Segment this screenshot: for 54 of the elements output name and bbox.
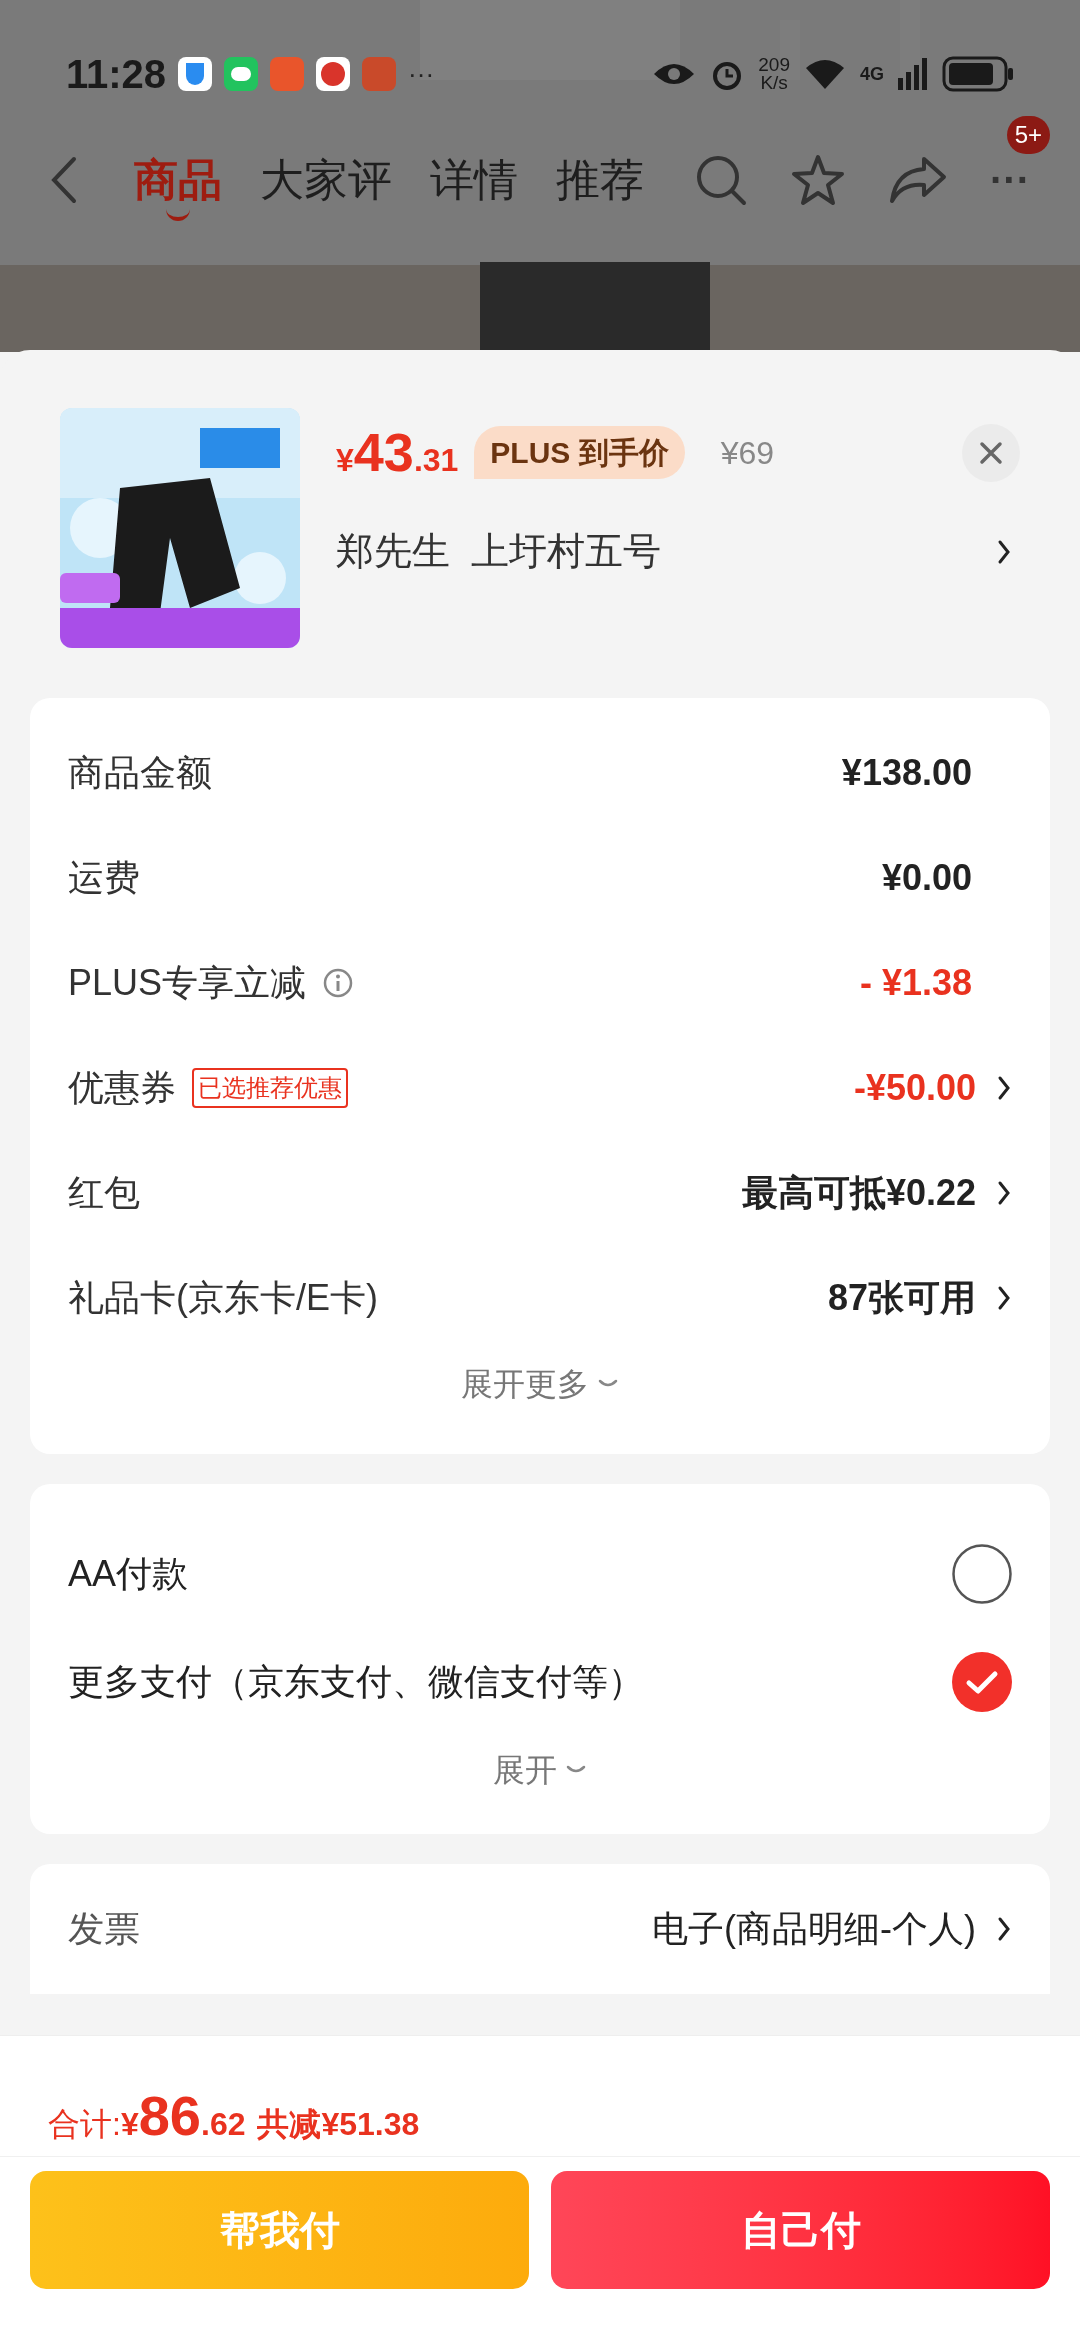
summary-value: 87张可用 (827, 1275, 976, 1320)
nav-tab[interactable]: 大家评 (260, 139, 392, 221)
share-icon[interactable] (888, 155, 949, 205)
back-icon[interactable] (50, 155, 78, 205)
coupon-tag: 已选推荐优惠 (192, 1067, 348, 1108)
radio-icon[interactable] (952, 1544, 1012, 1604)
delivery-address: 郑先生 上圩村五号 (336, 529, 662, 574)
nav-tab[interactable]: 推荐 (556, 139, 644, 221)
summary-label: 商品金额 (68, 750, 212, 795)
summary-label: 礼品卡(京东卡/E卡) (68, 1275, 378, 1320)
summary-value: -¥50.00 (853, 1065, 976, 1110)
close-icon (979, 440, 1003, 465)
more-notifications: ··· (408, 57, 435, 91)
network-speed: 209 (758, 56, 790, 74)
app-icon (270, 57, 305, 91)
shield-app-icon (178, 57, 213, 91)
product-price: ¥43.31 (336, 421, 459, 484)
invoice-value: 电子(商品明细-个人) (652, 1907, 976, 1951)
search-icon[interactable] (694, 153, 749, 207)
info-icon[interactable] (322, 966, 355, 999)
signal-icon (898, 58, 928, 90)
wifi-icon (804, 58, 846, 90)
invoice-label: 发票 (68, 1907, 140, 1951)
order-total: 合计:¥86.62 共减¥51.38 (47, 2083, 421, 2149)
network-speed-unit: K/s (760, 74, 788, 92)
expand-more-button[interactable]: 展开更多 (461, 1360, 619, 1408)
network-type: 4G (860, 62, 884, 86)
app-icon (362, 57, 397, 91)
app-icon (316, 57, 351, 91)
chevron-right-icon (996, 1915, 1012, 1943)
original-price: ¥69 (720, 433, 775, 473)
more-menu[interactable]: ··· (990, 158, 1030, 202)
summary-value: 最高可抵¥0.22 (741, 1170, 976, 1215)
plus-price-tag: PLUS 到手价 (474, 426, 685, 479)
summary-value: ¥138.00 (841, 750, 972, 795)
battery-icon (942, 56, 1014, 92)
expand-button[interactable]: 展开 (493, 1746, 587, 1794)
checked-radio-icon[interactable] (952, 1652, 1012, 1712)
summary-label: 优惠券 (68, 1065, 176, 1110)
pay-button[interactable]: 自己付 (551, 2171, 1050, 2289)
payment-option[interactable]: 更多支付（京东支付、微信支付等） (68, 1628, 1012, 1736)
summary-value: - ¥1.38 (859, 960, 972, 1005)
star-icon[interactable] (790, 153, 847, 207)
summary-label: 红包 (68, 1170, 140, 1215)
payment-label: AA付款 (68, 1552, 189, 1596)
payment-label: 更多支付（京东支付、微信支付等） (68, 1660, 644, 1704)
payment-option[interactable]: AA付款 (68, 1520, 1012, 1628)
chat-app-icon (224, 57, 259, 91)
status-time: 11:28 (66, 51, 167, 98)
nav-tab[interactable]: 详情 (430, 139, 518, 221)
summary-label: 运费 (68, 855, 140, 900)
summary-value: ¥0.00 (881, 855, 972, 900)
summary-label: PLUS专享立减 (68, 960, 307, 1005)
address-row[interactable]: 郑先生 上圩村五号 (336, 523, 1020, 580)
